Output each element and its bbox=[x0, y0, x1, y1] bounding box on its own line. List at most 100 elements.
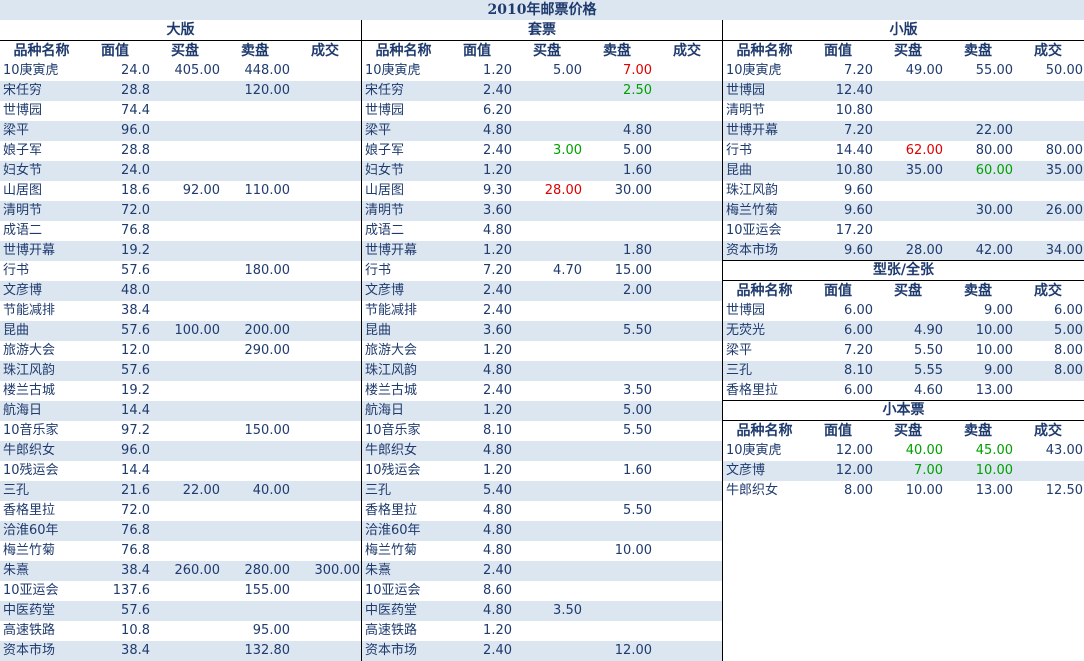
column-header: 成交 bbox=[673, 43, 701, 59]
table-row: 文彦博 48.0 bbox=[0, 281, 361, 301]
price-cell bbox=[873, 121, 943, 141]
column-header: 品种名称 bbox=[736, 423, 793, 439]
price-cell: 76.8 bbox=[121, 523, 150, 538]
panel-heading-large: 大版 bbox=[0, 20, 361, 41]
price-cell bbox=[652, 381, 722, 401]
stamp-name-cell: 航海日 bbox=[365, 403, 405, 418]
price-cell bbox=[652, 201, 722, 221]
price-cell bbox=[582, 581, 652, 601]
price-cell: 30.00 bbox=[614, 183, 652, 198]
stamp-name-cell: 牛郎织女 bbox=[726, 483, 779, 498]
price-cell bbox=[290, 521, 360, 541]
table-row: 三孔 8.10 5.55 9.00 8.00 bbox=[723, 361, 1084, 381]
panel-heading-small: 小版 bbox=[723, 20, 1084, 41]
stamp-name-cell: 旅游大会 bbox=[365, 343, 418, 358]
price-cell bbox=[220, 301, 290, 321]
table-row: 行书 57.6 180.00 bbox=[0, 261, 361, 281]
price-cell bbox=[220, 201, 290, 221]
table-row: 牛郎织女 96.0 bbox=[0, 441, 361, 461]
price-cell bbox=[290, 341, 360, 361]
table-row: 珠江风韵 4.80 bbox=[362, 361, 722, 381]
price-cell bbox=[652, 601, 722, 621]
price-cell bbox=[512, 201, 582, 221]
price-cell bbox=[150, 101, 220, 121]
stamp-name-cell: 朱熹 bbox=[3, 563, 30, 578]
price-cell bbox=[652, 501, 722, 521]
price-cell bbox=[873, 181, 943, 201]
table-row: 航海日 1.20 5.00 bbox=[362, 401, 722, 421]
price-cell: 17.20 bbox=[835, 223, 873, 238]
price-cell bbox=[652, 61, 722, 81]
stamp-name-cell: 宋任穷 bbox=[365, 83, 405, 98]
column-header: 买盘 bbox=[171, 43, 199, 59]
price-cell: 10.00 bbox=[975, 343, 1013, 358]
table-row: 资本市场 38.4 132.80 bbox=[0, 641, 361, 661]
price-cell bbox=[290, 441, 360, 461]
price-cell: 1.20 bbox=[483, 163, 512, 178]
table-row: 梁平 96.0 bbox=[0, 121, 361, 141]
price-cell bbox=[582, 521, 652, 541]
price-cell bbox=[652, 421, 722, 441]
sheet-title: 2010年邮票价格 bbox=[0, 0, 1084, 21]
price-cell: 24.0 bbox=[121, 63, 150, 78]
stamp-name-cell: 节能减排 bbox=[365, 303, 418, 318]
divider bbox=[723, 400, 1084, 401]
stamp-name-cell: 行书 bbox=[365, 263, 392, 278]
table-row: 中医药堂 57.6 bbox=[0, 601, 361, 621]
price-cell: 43.00 bbox=[1045, 443, 1083, 458]
column-header: 品种名称 bbox=[13, 43, 70, 59]
stamp-name-cell: 10庚寅虎 bbox=[365, 63, 421, 78]
stamp-name-cell: 中医药堂 bbox=[3, 603, 56, 618]
price-cell: 57.6 bbox=[121, 603, 150, 618]
price-cell: 9.30 bbox=[483, 183, 512, 198]
table-row: 航海日 14.4 bbox=[0, 401, 361, 421]
price-cell bbox=[290, 281, 360, 301]
price-cell: 74.4 bbox=[121, 103, 150, 118]
price-cell bbox=[582, 621, 652, 641]
price-cell bbox=[150, 201, 220, 221]
table-row: 10音乐家 8.10 5.50 bbox=[362, 421, 722, 441]
column-header-row: 品种名称 面值 买盘 卖盘 成交 bbox=[723, 41, 1084, 61]
price-cell bbox=[220, 101, 290, 121]
price-cell: 14.4 bbox=[121, 463, 150, 478]
table-row: 高速铁路 1.20 bbox=[362, 621, 722, 641]
price-cell bbox=[290, 461, 360, 481]
price-cell: 6.00 bbox=[844, 303, 873, 318]
table-row: 旅游大会 12.0 290.00 bbox=[0, 341, 361, 361]
price-cell: 10.80 bbox=[835, 103, 873, 118]
price-cell bbox=[652, 641, 722, 661]
price-cell: 1.20 bbox=[483, 243, 512, 258]
price-cell: 76.8 bbox=[121, 543, 150, 558]
price-cell bbox=[512, 561, 582, 581]
table-row: 世博园 6.00 9.00 6.00 bbox=[723, 301, 1084, 321]
price-cell: 12.50 bbox=[1045, 483, 1083, 498]
price-cell bbox=[512, 281, 582, 301]
price-cell bbox=[150, 141, 220, 161]
stamp-name-cell: 节能减排 bbox=[3, 303, 56, 318]
price-cell bbox=[150, 581, 220, 601]
price-cell: 45.00 bbox=[975, 443, 1013, 458]
price-cell bbox=[290, 81, 360, 101]
price-cell: 21.6 bbox=[121, 483, 150, 498]
column-header: 成交 bbox=[1034, 283, 1062, 299]
table-row: 三孔 21.6 22.00 40.00 bbox=[0, 481, 361, 501]
price-cell bbox=[512, 161, 582, 181]
price-cell: 4.80 bbox=[483, 223, 512, 238]
set-panel: 套票 品种名称 面值 买盘 卖盘 成交 10庚寅虎 1.20 5.00 7.00 宋任穷 2.40 2… bbox=[362, 20, 722, 661]
table-row: 节能减排 2.40 bbox=[362, 301, 722, 321]
table-row: 楼兰古城 19.2 bbox=[0, 381, 361, 401]
price-cell: 28.8 bbox=[121, 143, 150, 158]
price-cell bbox=[150, 381, 220, 401]
price-cell bbox=[150, 521, 220, 541]
table-row: 10庚寅虎 12.00 40.00 45.00 43.00 bbox=[723, 441, 1084, 461]
price-cell: 5.50 bbox=[914, 343, 943, 358]
price-cell: 22.00 bbox=[975, 123, 1013, 138]
price-cell: 4.70 bbox=[553, 263, 582, 278]
price-cell: 97.2 bbox=[121, 423, 150, 438]
price-cell: 100.00 bbox=[174, 323, 221, 338]
price-cell: 9.00 bbox=[984, 303, 1013, 318]
price-cell bbox=[290, 101, 360, 121]
price-cell bbox=[652, 301, 722, 321]
table-row: 清明节 10.80 bbox=[723, 101, 1084, 121]
stamp-name-cell: 三孔 bbox=[365, 483, 392, 498]
